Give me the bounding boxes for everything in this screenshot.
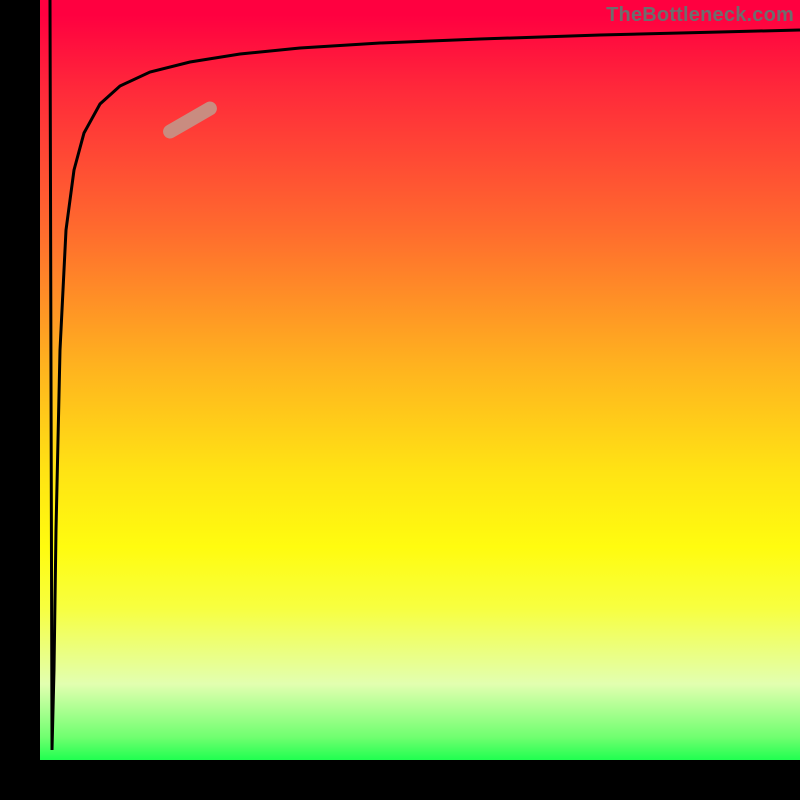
bottleneck-curve-path (52, 30, 800, 750)
chart-root: TheBottleneck.com (0, 0, 800, 800)
plot-area: TheBottleneck.com (40, 0, 800, 760)
curve-marker (161, 99, 220, 141)
curve-layer (40, 0, 800, 760)
y-axis-background (0, 0, 40, 800)
initial-drop-path (50, 0, 52, 750)
x-axis-background (0, 760, 800, 800)
